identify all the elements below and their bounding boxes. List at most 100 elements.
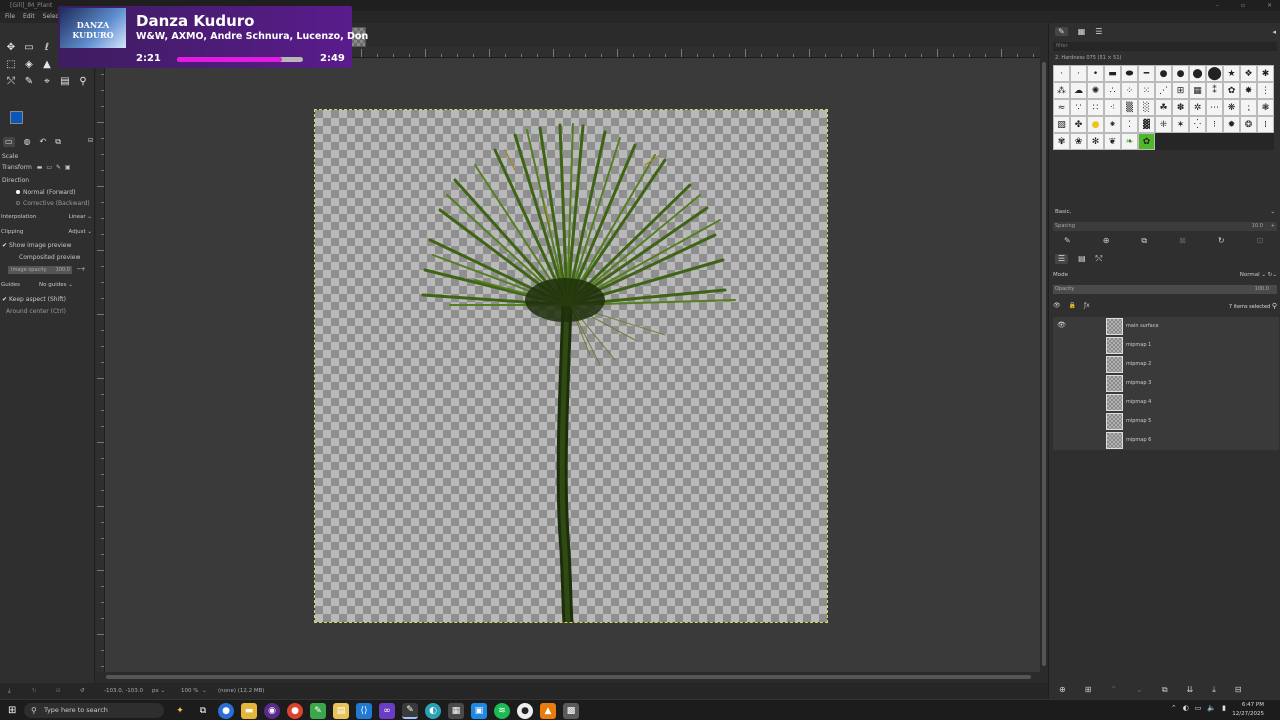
- new-group-icon[interactable]: ⊞: [1085, 685, 1092, 695]
- brush-item[interactable]: ❂: [1240, 116, 1257, 133]
- composited-preview-checkbox[interactable]: Composited preview: [19, 254, 80, 261]
- brush-item[interactable]: ░: [1138, 99, 1155, 116]
- battery-icon[interactable]: ▮: [1222, 704, 1226, 712]
- tray-chevron-icon[interactable]: ⌃: [1171, 704, 1177, 712]
- github-icon[interactable]: ●: [517, 703, 533, 719]
- visual-studio-icon[interactable]: ∞: [379, 703, 395, 719]
- brush-item[interactable]: ⁏: [1240, 99, 1257, 116]
- game-icon[interactable]: ▩: [563, 703, 579, 719]
- brush-item[interactable]: ━: [1138, 65, 1155, 82]
- keep-aspect-checkbox[interactable]: ✔ Keep aspect (Shift): [2, 296, 66, 303]
- anchor-layer-icon[interactable]: ⤓: [1212, 685, 1216, 695]
- brush-item[interactable]: ▓: [1138, 116, 1155, 133]
- brushes-tab-icon[interactable]: ✎: [1055, 27, 1068, 36]
- rect-select-icon[interactable]: ▭: [20, 39, 38, 56]
- brush-item[interactable]: ⁖: [1104, 99, 1121, 116]
- lock-icon[interactable]: 🔒: [1069, 302, 1076, 309]
- brush-item[interactable]: ⬤: [1189, 65, 1206, 82]
- measure-icon[interactable]: ⌖: [38, 73, 56, 90]
- paint-icon[interactable]: ▲: [38, 56, 56, 73]
- interpolation-select[interactable]: Interpolation Linear ⌄: [1, 214, 94, 224]
- notepad-plus-icon[interactable]: ✎: [310, 703, 326, 719]
- image-opacity-slider[interactable]: Image opacity 100.0: [8, 266, 72, 274]
- raise-layer-icon[interactable]: ⌃: [1110, 685, 1117, 695]
- eye-icon[interactable]: 👁: [1053, 302, 1061, 309]
- brush-item[interactable]: ✹: [1223, 116, 1240, 133]
- warp-icon[interactable]: ◈: [20, 56, 38, 73]
- network-icon[interactable]: ▭: [1195, 704, 1202, 712]
- fonts-tab-icon[interactable]: ☰: [1095, 27, 1102, 36]
- vertical-scrollbar[interactable]: [1040, 58, 1048, 672]
- brush-item[interactable]: ❧: [1121, 133, 1138, 150]
- maximize-icon[interactable]: ▫: [1241, 0, 1245, 11]
- delete-layer-icon[interactable]: ⊟: [1235, 685, 1242, 695]
- taskbar-clock[interactable]: 6:47 PM 12/27/2025: [1232, 701, 1264, 719]
- canvas-area[interactable]: [105, 58, 1040, 672]
- channels-tab-icon[interactable]: ▤: [1078, 254, 1086, 264]
- patterns-tab-icon[interactable]: ▦: [1078, 27, 1086, 36]
- brush-item[interactable]: ●: [1172, 65, 1189, 82]
- paths-icon[interactable]: ⤲: [2, 73, 20, 90]
- unified-transform-icon[interactable]: ⬚: [2, 56, 20, 73]
- clipping-select[interactable]: Clipping Adjust ⌄: [1, 229, 94, 239]
- brush-item[interactable]: ✿: [1138, 133, 1155, 150]
- brush-item[interactable]: ✻: [1087, 133, 1104, 150]
- windows-start-icon[interactable]: ⊞: [8, 705, 16, 716]
- brush-item[interactable]: ⁕: [1104, 116, 1121, 133]
- brush-item[interactable]: ☁: [1070, 82, 1087, 99]
- brush-item[interactable]: ✶: [1172, 116, 1189, 133]
- brush-item[interactable]: ✲: [1189, 99, 1206, 116]
- around-center-checkbox[interactable]: Around center (Ctrl): [6, 308, 66, 315]
- brush-item[interactable]: ⁙: [1138, 82, 1155, 99]
- brush-item[interactable]: ⋰: [1155, 82, 1172, 99]
- transform-image-icon[interactable]: ▣: [65, 164, 71, 171]
- tray-app-icon[interactable]: ◐: [1183, 704, 1189, 712]
- brush-item[interactable]: ●: [1087, 116, 1104, 133]
- duplicate-brush-icon[interactable]: ⧉: [1141, 236, 1147, 246]
- brush-item[interactable]: ⁛: [1189, 116, 1206, 133]
- brush-item[interactable]: •: [1087, 65, 1104, 82]
- brush-item[interactable]: ▦: [1189, 82, 1206, 99]
- brush-item[interactable]: ∴: [1104, 82, 1121, 99]
- brush-spacing-slider[interactable]: Spacing 10.0 +: [1053, 222, 1277, 231]
- brush-item[interactable]: ⋯: [1206, 99, 1223, 116]
- menu-file[interactable]: File: [5, 11, 15, 23]
- delete-icon[interactable]: ⊟: [56, 683, 61, 699]
- gradient-icon[interactable]: ▤: [56, 73, 74, 90]
- move-icon[interactable]: ✥: [2, 39, 20, 56]
- brush-item[interactable]: ✺: [1087, 82, 1104, 99]
- brush-item[interactable]: ⬤: [1206, 65, 1223, 82]
- paths-tab-icon[interactable]: ⤲: [1096, 254, 1102, 264]
- taskbar-search-input[interactable]: ⚲ Type here to search: [24, 703, 164, 718]
- direction-normal-radio[interactable]: Normal (Forward): [16, 189, 75, 196]
- layer-opacity-slider[interactable]: Opacity 100.0: [1053, 285, 1277, 294]
- merge-layer-icon[interactable]: ⇊: [1187, 685, 1194, 695]
- export-icon[interactable]: ⤓: [8, 683, 10, 699]
- tool-options-tab-icon[interactable]: ▭: [3, 137, 15, 147]
- zoom-select[interactable]: 100 % ⌄: [181, 683, 207, 699]
- minimize-icon[interactable]: –: [1216, 0, 1219, 11]
- color-picker-icon[interactable]: ✎: [20, 73, 38, 90]
- brush-item[interactable]: ✽: [1172, 99, 1189, 116]
- restore-icon[interactable]: ↺: [80, 683, 85, 699]
- brush-item[interactable]: ✤: [1070, 116, 1087, 133]
- brush-item[interactable]: ≈: [1053, 99, 1070, 116]
- spin-arrows-icon[interactable]: ─+: [77, 266, 86, 273]
- brush-item[interactable]: ▬: [1104, 65, 1121, 82]
- brush-item[interactable]: ☘: [1155, 99, 1172, 116]
- lower-layer-icon[interactable]: ⌄: [1136, 685, 1143, 695]
- chrome-2-icon[interactable]: ●: [287, 703, 303, 719]
- image-canvas[interactable]: [314, 109, 828, 623]
- brush-item[interactable]: ⁘: [1121, 82, 1138, 99]
- brush-item[interactable]: ▒: [1121, 99, 1138, 116]
- brush-item[interactable]: ●: [1155, 65, 1172, 82]
- duplicate-layer-icon[interactable]: ⧉: [1162, 685, 1168, 695]
- horizontal-scrollbar[interactable]: [96, 673, 1040, 681]
- fx-icon[interactable]: ƒx: [1084, 302, 1090, 309]
- brush-item[interactable]: ⊞: [1172, 82, 1189, 99]
- layer-row[interactable]: mipmap 2: [1053, 355, 1279, 374]
- chrome-icon[interactable]: ●: [218, 703, 234, 719]
- tab-menu-icon[interactable]: ⊟: [88, 137, 93, 144]
- lasso-icon[interactable]: ℓ: [38, 39, 56, 56]
- layer-row[interactable]: mipmap 1: [1053, 336, 1279, 355]
